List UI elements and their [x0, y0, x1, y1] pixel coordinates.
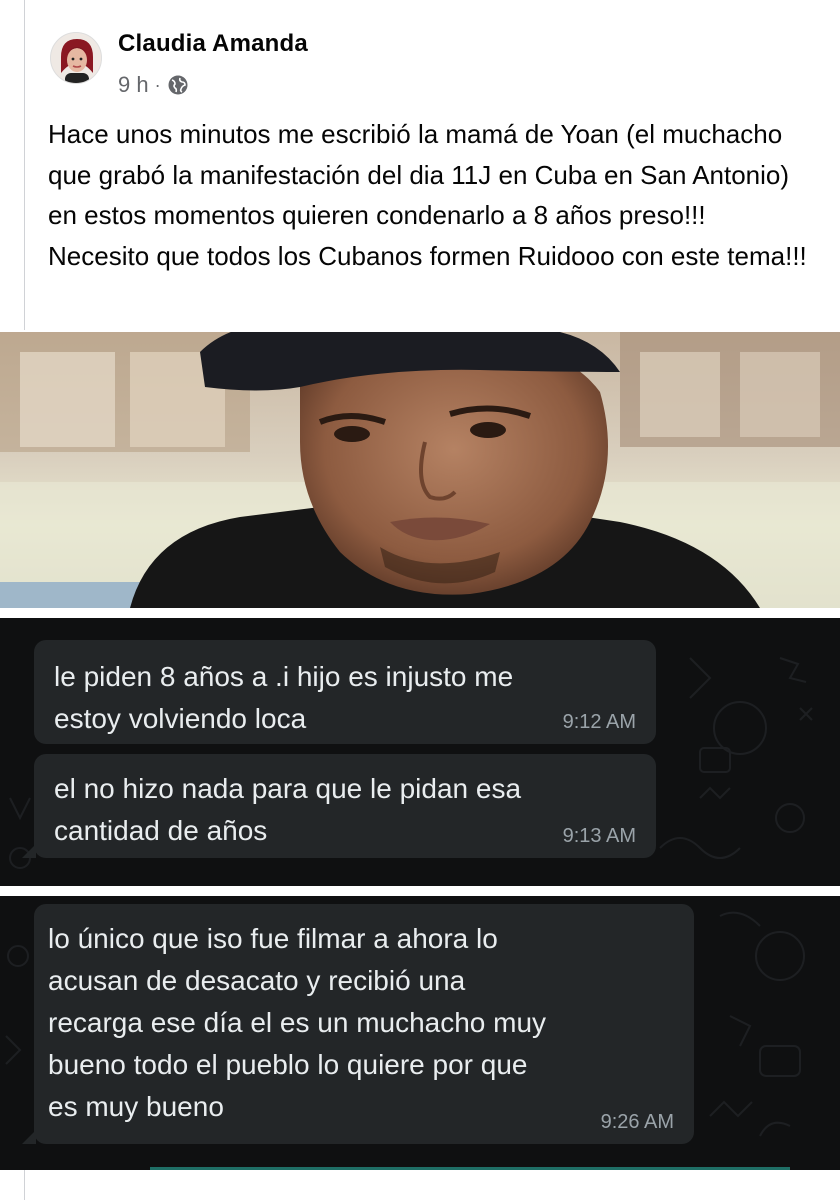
card-border — [24, 0, 25, 330]
card-footer — [0, 1170, 840, 1200]
chat-message-bubble[interactable]: el no hizo nada para que le pidan esa ca… — [22, 754, 656, 858]
image-separator — [0, 886, 840, 896]
post-meta: 9 h · — [118, 72, 189, 98]
avatar[interactable] — [50, 32, 102, 84]
chat-message-text: le piden 8 años a .i hijo es injusto me … — [54, 661, 514, 734]
globe-icon[interactable] — [167, 74, 189, 96]
chat-message-text: lo único que iso fue filmar a ahora lo a… — [48, 923, 547, 1122]
chat-message-time: 9:13 AM — [562, 825, 636, 847]
card-border — [24, 1170, 25, 1200]
chat-message-time: 9:12 AM — [562, 711, 636, 733]
chat-message-bubble[interactable]: le piden 8 años a .i hijo es injusto me … — [34, 640, 656, 744]
chat-screenshot-2: lo único que iso fue filmar a ahora lo a… — [0, 896, 840, 1170]
chat-message-bubble[interactable]: lo único que iso fue filmar a ahora lo a… — [22, 904, 694, 1144]
meta-separator: · — [154, 74, 161, 95]
chat-message-time: 9:26 AM — [600, 1111, 674, 1133]
chat-message-text: el no hizo nada para que le pidan esa ca… — [54, 773, 522, 846]
author-name[interactable]: Claudia Amanda — [118, 30, 308, 58]
photo-image — [0, 332, 840, 608]
post-photo[interactable] — [0, 332, 840, 608]
post-text: Hace unos minutos me escribió la mamá de… — [48, 119, 807, 271]
chat-screenshot-1: le piden 8 años a .i hijo es injusto me … — [0, 618, 840, 886]
image-separator — [0, 608, 840, 618]
avatar-image — [51, 33, 101, 83]
post-time[interactable]: 9 h — [118, 72, 149, 98]
